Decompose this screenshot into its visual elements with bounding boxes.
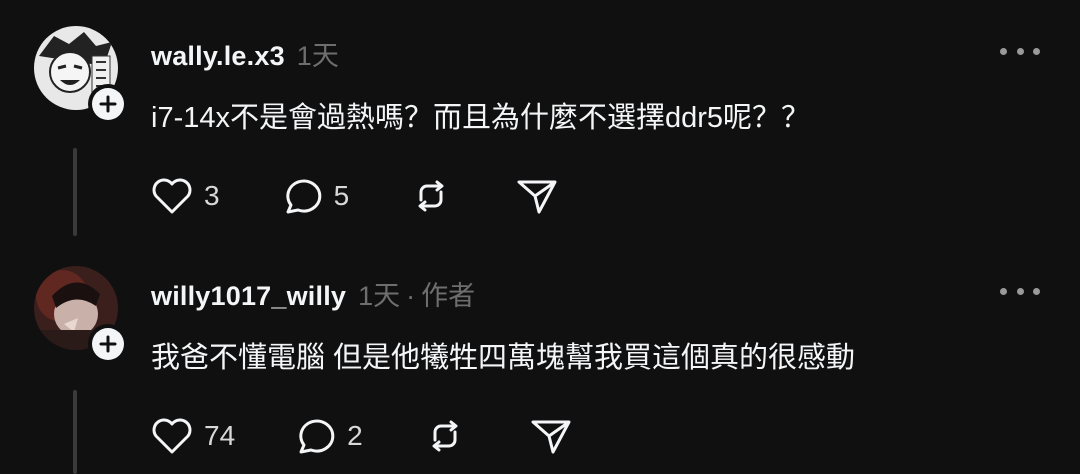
action-bar: 74 2 [150, 416, 573, 456]
send-icon [517, 180, 557, 214]
follow-button[interactable] [88, 324, 128, 364]
share-button[interactable] [515, 176, 559, 216]
repost-button[interactable] [409, 176, 453, 216]
comment-icon [285, 179, 321, 214]
comment-icon [299, 419, 335, 454]
reply-count: 5 [333, 180, 350, 211]
share-button[interactable] [529, 416, 573, 456]
like-button[interactable]: 74 [150, 416, 235, 456]
timestamp: 1天 [358, 281, 401, 311]
post-header: wally.le.x3 1天 [151, 34, 339, 73]
like-count: 3 [204, 180, 220, 211]
reply-count: 2 [347, 420, 363, 451]
repost-icon [432, 420, 458, 452]
post-text: 我爸不懂電腦 但是他犧牲四萬塊幫我買這個真的很感動 [151, 342, 856, 374]
username[interactable]: willy1017_willy [151, 281, 346, 312]
post-header: willy1017_willy 1天 · 作者 [151, 274, 475, 313]
send-icon [531, 420, 571, 454]
post-text: i7-14x不是會過熱嗎？而且為什麼不選擇ddr5呢？？ [151, 102, 811, 134]
reply-button[interactable]: 5 [280, 176, 350, 216]
author-badge: 作者 [421, 281, 476, 311]
heart-icon [152, 178, 192, 214]
like-count: 74 [204, 420, 236, 451]
plus-icon [99, 335, 117, 353]
username[interactable]: wally.le.x3 [151, 41, 285, 72]
reply-button[interactable]: 2 [293, 416, 363, 456]
repost-button[interactable] [423, 416, 467, 456]
thread-line [73, 148, 77, 236]
thread-line [73, 390, 77, 474]
follow-button[interactable] [88, 84, 128, 124]
plus-icon [99, 95, 117, 113]
more-icon[interactable] [1000, 46, 1040, 56]
heart-icon [152, 418, 192, 454]
like-button[interactable]: 3 [150, 176, 220, 216]
more-icon[interactable] [1000, 286, 1040, 296]
separator-dot: · [406, 281, 416, 311]
timestamp: 1天 [296, 41, 339, 71]
action-bar: 3 5 [150, 176, 559, 216]
repost-icon [418, 180, 444, 212]
